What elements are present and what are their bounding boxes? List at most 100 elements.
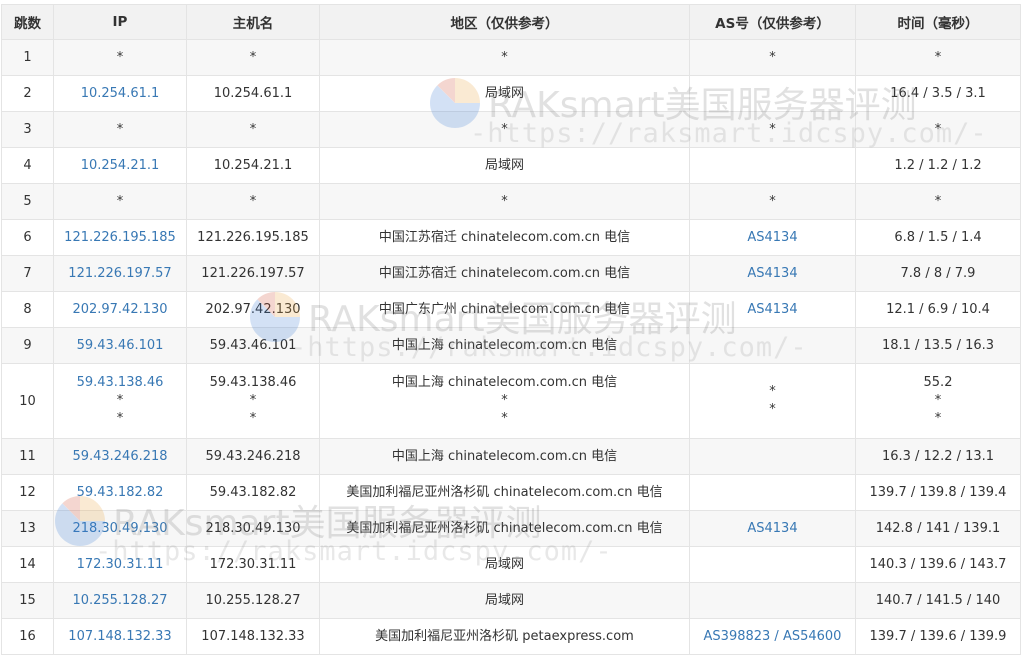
hop-number: 7: [1, 255, 54, 292]
table-row: 4 10.254.21.1 10.254.21.1 局域网 1.2 / 1.2 / 1.…: [1, 147, 1021, 184]
hostname-cell-line: 10.255.128.27: [205, 592, 301, 608]
region-cell: 局域网: [319, 147, 690, 184]
ip-link[interactable]: 121.226.197.57: [68, 266, 171, 281]
ip-cell: *: [53, 111, 187, 148]
table-row: 9 59.43.46.101 59.43.46.101 中国上海 chinatelec…: [1, 327, 1021, 364]
ip-link[interactable]: 59.43.182.82: [77, 485, 164, 500]
time-cell: 142.8 / 141 / 139.1: [855, 510, 1021, 547]
table-row: 14 172.30.31.11 172.30.31.11 局域网 140.3 / 139…: [1, 546, 1021, 583]
as-link[interactable]: AS4134: [747, 521, 797, 536]
table-row: 15 10.255.128.27 10.255.128.27 局域网 140.7 / 1…: [1, 582, 1021, 619]
region-cell-line: 美国加利福尼亚州洛杉矶 chinatelecom.com.cn 电信: [346, 520, 663, 536]
time-cell: 55.2 * *: [855, 363, 1021, 439]
ip-cell: 10.255.128.27: [53, 582, 187, 619]
ip-link[interactable]: 202.97.42.130: [72, 302, 167, 317]
time-cell: 139.7 / 139.8 / 139.4: [855, 474, 1021, 511]
ip-link[interactable]: 59.43.46.101: [77, 338, 164, 353]
region-cell-line: 美国加利福尼亚州洛杉矶 petaexpress.com: [375, 628, 634, 644]
time-cell: 16.4 / 3.5 / 3.1: [855, 75, 1021, 112]
hostname-cell-line: *: [249, 393, 257, 408]
region-cell-line: *: [501, 411, 508, 426]
time-cell-line: *: [934, 49, 942, 65]
hostname-cell: *: [186, 183, 320, 220]
time-cell-line: 16.4 / 3.5 / 3.1: [890, 85, 986, 101]
time-cell-line: *: [934, 121, 942, 137]
hostname-cell-line: 107.148.132.33: [201, 628, 305, 644]
ip-cell: 10.254.61.1: [53, 75, 187, 112]
ip-link[interactable]: 10.254.21.1: [81, 158, 160, 173]
region-cell-line: 中国江苏宿迁 chinatelecom.com.cn 电信: [378, 229, 631, 245]
region-cell: 美国加利福尼亚州洛杉矶 chinatelecom.com.cn 电信: [319, 474, 690, 511]
hop-number: 6: [1, 219, 54, 256]
ip-cell: 59.43.246.218: [53, 438, 187, 475]
ip-cell-line: *: [116, 193, 124, 209]
as-cell-line: AS4134: [694, 265, 851, 283]
region-cell: *: [319, 111, 690, 148]
as-link[interactable]: AS4134: [747, 266, 797, 281]
table-row: 16 107.148.132.33 107.148.132.33 美国加利福尼亚州洛杉…: [1, 618, 1021, 655]
ip-cell-line: 59.43.182.82: [58, 484, 182, 502]
as-link[interactable]: AS4134: [747, 302, 797, 317]
as-cell-line: *: [769, 384, 776, 399]
traceroute-table: 跳数 IP 主机名 地区（仅供参考） AS号（仅供参考） 时间（毫秒） 1 * * *…: [1, 4, 1021, 655]
hostname-cell: *: [186, 111, 320, 148]
ip-cell-line: 59.43.46.101: [58, 337, 182, 355]
table-row: 11 59.43.246.218 59.43.246.218 中国上海 chinate…: [1, 438, 1021, 475]
ip-cell: 172.30.31.11: [53, 546, 187, 583]
time-cell: 18.1 / 13.5 / 16.3: [855, 327, 1021, 364]
region-cell-line: *: [501, 393, 508, 408]
ip-cell: 121.226.195.185: [53, 219, 187, 256]
region-cell: 中国广东广州 chinatelecom.com.cn 电信: [319, 291, 690, 328]
hostname-cell: 10.255.128.27: [186, 582, 320, 619]
as-cell: [689, 327, 856, 364]
hostname-cell-line: 218.30.49.130: [205, 520, 301, 536]
ip-cell-line: 59.43.246.218: [58, 448, 182, 466]
as-link[interactable]: AS398823 / AS54600: [694, 628, 851, 646]
ip-cell: 202.97.42.130: [53, 291, 187, 328]
ip-link[interactable]: 172.30.31.11: [77, 557, 164, 572]
region-cell-line: 局域网: [484, 556, 524, 572]
ip-link[interactable]: 10.254.61.1: [81, 86, 160, 101]
hop-number: 1: [1, 39, 54, 76]
region-cell-line: *: [501, 121, 508, 137]
table-row: 1 * * * * *: [1, 39, 1021, 76]
time-cell-line: 18.1 / 13.5 / 16.3: [881, 337, 995, 353]
ip-link[interactable]: 218.30.49.130: [72, 521, 167, 536]
ip-cell: *: [53, 39, 187, 76]
time-cell-line: 12.1 / 6.9 / 10.4: [886, 301, 990, 317]
hop-number: 15: [1, 582, 54, 619]
hostname-cell-line: *: [249, 411, 257, 426]
time-cell-line: *: [934, 411, 942, 426]
hostname-cell-line: 121.226.195.185: [197, 229, 309, 245]
ip-cell-line: 202.97.42.130: [58, 301, 182, 319]
as-link[interactable]: AS4134: [747, 230, 797, 245]
header-time: 时间（毫秒）: [855, 4, 1021, 40]
ip-link[interactable]: 59.43.138.46: [77, 375, 164, 390]
ip-link[interactable]: 59.43.246.218: [72, 449, 167, 464]
ip-link[interactable]: 107.148.132.33: [68, 629, 171, 644]
hostname-cell-line: 59.43.46.101: [209, 337, 297, 353]
region-cell: 中国江苏宿迁 chinatelecom.com.cn 电信: [319, 219, 690, 256]
time-cell-line: 139.7 / 139.8 / 139.4: [869, 484, 1007, 500]
region-cell-line: 中国上海 chinatelecom.com.cn 电信: [391, 375, 618, 390]
time-cell-line: 139.7 / 139.6 / 139.9: [869, 628, 1007, 644]
ip-link[interactable]: 121.226.195.185: [64, 230, 176, 245]
time-cell: *: [855, 183, 1021, 220]
hostname-cell: 121.226.195.185: [186, 219, 320, 256]
as-cell: *: [689, 183, 856, 220]
hop-number: 5: [1, 183, 54, 220]
hostname-cell-line: 202.97.42.130: [205, 301, 301, 317]
time-cell-line: *: [934, 393, 942, 408]
table-row: 2 10.254.61.1 10.254.61.1 局域网 16.4 / 3.5 / 3…: [1, 75, 1021, 112]
hop-number: 11: [1, 438, 54, 475]
time-cell-line: 142.8 / 141 / 139.1: [875, 520, 1001, 536]
time-cell: 1.2 / 1.2 / 1.2: [855, 147, 1021, 184]
hop-number: 16: [1, 618, 54, 655]
ip-link[interactable]: 10.255.128.27: [72, 593, 167, 608]
as-cell: AS4134: [689, 255, 856, 292]
as-cell-line: *: [769, 49, 776, 65]
region-cell: 局域网: [319, 546, 690, 583]
region-cell-line: 局域网: [484, 157, 524, 173]
region-cell: *: [319, 39, 690, 76]
ip-cell-line: 121.226.195.185: [58, 229, 182, 247]
